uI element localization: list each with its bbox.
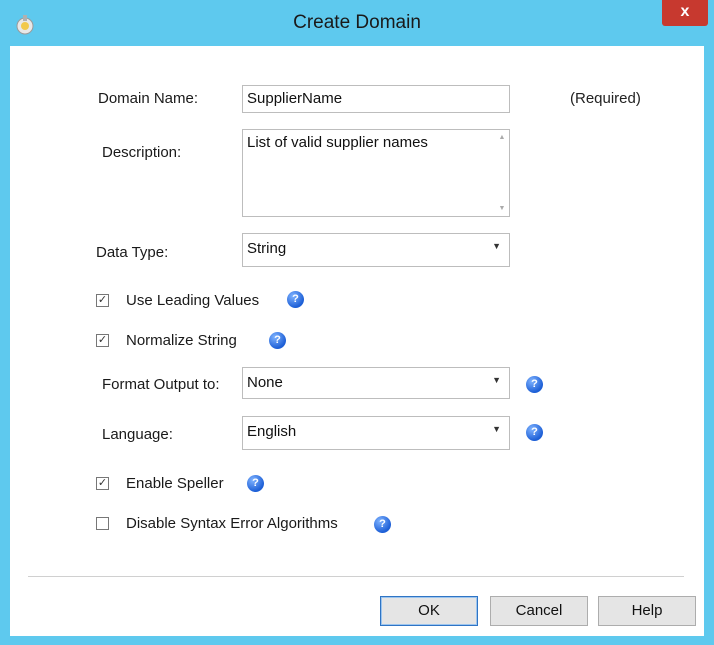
help-icon[interactable]: ?	[526, 376, 543, 393]
domain-name-input[interactable]: SupplierName	[242, 85, 510, 113]
enable-speller-checkbox[interactable]: ✓	[96, 477, 109, 490]
window-title: Create Domain	[293, 12, 421, 33]
disable-syntax-checkbox[interactable]	[96, 517, 109, 530]
use-leading-values-checkbox[interactable]: ✓	[96, 294, 109, 307]
description-textarea[interactable]: List of valid supplier names ▲ ▼	[242, 129, 510, 217]
description-scrollbar[interactable]: ▲ ▼	[497, 134, 507, 212]
separator	[28, 576, 684, 577]
disable-syntax-label: Disable Syntax Error Algorithms	[126, 515, 338, 532]
enable-speller-label: Enable Speller	[126, 475, 224, 492]
ok-button[interactable]: OK	[380, 596, 478, 626]
chevron-down-icon: ▼	[492, 424, 501, 434]
language-select[interactable]: English ▼	[242, 416, 510, 450]
cancel-button[interactable]: Cancel	[490, 596, 588, 626]
format-output-select[interactable]: None ▼	[242, 367, 510, 399]
use-leading-values-label: Use Leading Values	[126, 292, 260, 309]
normalize-string-checkbox[interactable]: ✓	[96, 334, 109, 347]
help-icon[interactable]: ?	[374, 516, 391, 533]
chevron-down-icon: ▼	[492, 375, 501, 385]
data-type-select[interactable]: String ▼	[242, 233, 510, 267]
language-label: Language:	[102, 426, 173, 443]
description-text: List of valid supplier names	[247, 134, 428, 151]
dialog-body: Domain Name: SupplierName (Required) Des…	[10, 46, 704, 636]
close-button[interactable]: x	[662, 0, 708, 26]
help-icon[interactable]: ?	[269, 332, 286, 349]
scroll-down-icon[interactable]: ▼	[497, 205, 507, 212]
help-icon[interactable]: ?	[526, 424, 543, 441]
required-note: (Required)	[570, 90, 641, 107]
title-bar: Create Domain x	[0, 0, 714, 46]
domain-name-label: Domain Name:	[98, 90, 199, 107]
normalize-string-label: Normalize String	[126, 332, 237, 349]
help-icon[interactable]: ?	[247, 475, 264, 492]
help-icon[interactable]: ?	[287, 291, 304, 308]
help-button[interactable]: Help	[598, 596, 696, 626]
language-value: English	[247, 423, 297, 440]
description-label: Description:	[102, 144, 182, 161]
data-type-label: Data Type:	[96, 244, 169, 261]
data-type-value: String	[247, 240, 287, 257]
create-domain-dialog: Create Domain x Domain Name: SupplierNam…	[0, 0, 714, 645]
format-output-label: Format Output to:	[102, 376, 220, 393]
scroll-up-icon[interactable]: ▲	[497, 134, 507, 141]
format-output-value: None	[247, 374, 283, 391]
chevron-down-icon: ▼	[492, 241, 501, 251]
